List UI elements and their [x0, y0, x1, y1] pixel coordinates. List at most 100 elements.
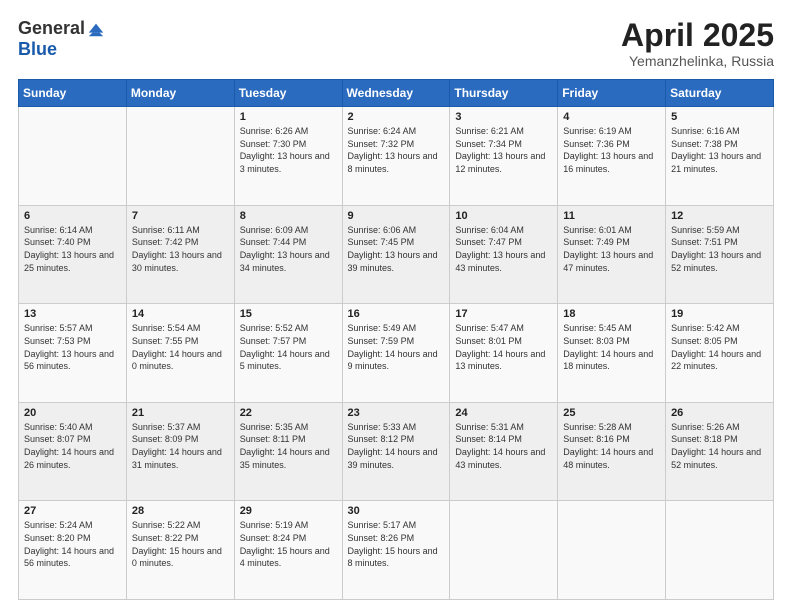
calendar-cell: 28 Sunrise: 5:22 AM Sunset: 8:22 PM Dayli…	[126, 501, 234, 600]
calendar-cell: 24 Sunrise: 5:31 AM Sunset: 8:14 PM Dayli…	[450, 402, 558, 501]
day-number: 18	[563, 308, 660, 320]
month-title: April 2025	[621, 18, 774, 53]
calendar-cell: 20 Sunrise: 5:40 AM Sunset: 8:07 PM Dayli…	[19, 402, 127, 501]
calendar-cell: 5 Sunrise: 6:16 AM Sunset: 7:38 PM Daylig…	[666, 107, 774, 206]
calendar-cell: 30Sunrise: 5:17 AM Sunset: 8:26 PM Dayli…	[342, 501, 450, 600]
day-of-week-header: Monday	[126, 80, 234, 107]
calendar-cell: 17Sunrise: 5:47 AM Sunset: 8:01 PM Dayli…	[450, 304, 558, 403]
calendar-week-row: 20 Sunrise: 5:40 AM Sunset: 8:07 PM Dayli…	[19, 402, 774, 501]
day-info: Sunrise: 5:57 AM Sunset: 7:53 PM Dayligh…	[24, 323, 114, 371]
day-info: Sunrise: 5:28 AM Sunset: 8:16 PM Dayligh…	[563, 422, 653, 470]
location-subtitle: Yemanzhelinka, Russia	[621, 53, 774, 69]
calendar-cell	[558, 501, 666, 600]
day-info: Sunrise: 5:24 AM Sunset: 8:20 PM Dayligh…	[24, 520, 114, 568]
calendar-cell: 3Sunrise: 6:21 AM Sunset: 7:34 PM Daylig…	[450, 107, 558, 206]
calendar-cell: 6 Sunrise: 6:14 AM Sunset: 7:40 PM Daylig…	[19, 205, 127, 304]
calendar-cell: 13 Sunrise: 5:57 AM Sunset: 7:53 PM Dayli…	[19, 304, 127, 403]
calendar-cell	[126, 107, 234, 206]
day-info: Sunrise: 5:19 AM Sunset: 8:24 PM Dayligh…	[240, 520, 330, 568]
calendar-table: SundayMondayTuesdayWednesdayThursdayFrid…	[18, 79, 774, 600]
day-info: Sunrise: 5:31 AM Sunset: 8:14 PM Dayligh…	[455, 422, 545, 470]
calendar-body: 1Sunrise: 6:26 AM Sunset: 7:30 PM Daylig…	[19, 107, 774, 600]
day-info: Sunrise: 6:11 AM Sunset: 7:42 PM Dayligh…	[132, 225, 222, 273]
day-number: 20	[24, 407, 121, 419]
day-number: 12	[671, 210, 768, 222]
day-number: 19	[671, 308, 768, 320]
calendar-cell: 16 Sunrise: 5:49 AM Sunset: 7:59 PM Dayli…	[342, 304, 450, 403]
page: General Blue April 2025 Yemanzhelinka, R…	[0, 0, 792, 612]
logo-blue-text: Blue	[18, 39, 57, 59]
logo-general-text: General	[18, 18, 85, 39]
calendar-cell: 11 Sunrise: 6:01 AM Sunset: 7:49 PM Dayli…	[558, 205, 666, 304]
calendar-cell: 7 Sunrise: 6:11 AM Sunset: 7:42 PM Daylig…	[126, 205, 234, 304]
day-info: Sunrise: 5:49 AM Sunset: 7:59 PM Dayligh…	[348, 323, 438, 371]
day-info: Sunrise: 5:33 AM Sunset: 8:12 PM Dayligh…	[348, 422, 438, 470]
day-info: Sunrise: 6:19 AM Sunset: 7:36 PM Dayligh…	[563, 126, 653, 174]
calendar-cell: 19 Sunrise: 5:42 AM Sunset: 8:05 PM Dayli…	[666, 304, 774, 403]
day-info: Sunrise: 5:42 AM Sunset: 8:05 PM Dayligh…	[671, 323, 761, 371]
calendar-cell: 12Sunrise: 5:59 AM Sunset: 7:51 PM Dayli…	[666, 205, 774, 304]
day-info: Sunrise: 6:21 AM Sunset: 7:34 PM Dayligh…	[455, 126, 545, 174]
day-of-week-header: Sunday	[19, 80, 127, 107]
day-number: 23	[348, 407, 445, 419]
calendar-cell: 10Sunrise: 6:04 AM Sunset: 7:47 PM Dayli…	[450, 205, 558, 304]
calendar-week-row: 13 Sunrise: 5:57 AM Sunset: 7:53 PM Dayli…	[19, 304, 774, 403]
day-info: Sunrise: 5:37 AM Sunset: 8:09 PM Dayligh…	[132, 422, 222, 470]
calendar-cell: 21 Sunrise: 5:37 AM Sunset: 8:09 PM Dayli…	[126, 402, 234, 501]
day-number: 27	[24, 505, 121, 517]
calendar-week-row: 27 Sunrise: 5:24 AM Sunset: 8:20 PM Dayli…	[19, 501, 774, 600]
day-number: 22	[240, 407, 337, 419]
header-row: SundayMondayTuesdayWednesdayThursdayFrid…	[19, 80, 774, 107]
calendar-cell	[19, 107, 127, 206]
day-info: Sunrise: 5:35 AM Sunset: 8:11 PM Dayligh…	[240, 422, 330, 470]
day-number: 7	[132, 210, 229, 222]
calendar-cell: 2 Sunrise: 6:24 AM Sunset: 7:32 PM Daylig…	[342, 107, 450, 206]
day-info: Sunrise: 6:14 AM Sunset: 7:40 PM Dayligh…	[24, 225, 114, 273]
day-info: Sunrise: 5:22 AM Sunset: 8:22 PM Dayligh…	[132, 520, 222, 568]
day-info: Sunrise: 6:26 AM Sunset: 7:30 PM Dayligh…	[240, 126, 330, 174]
calendar-cell: 15Sunrise: 5:52 AM Sunset: 7:57 PM Dayli…	[234, 304, 342, 403]
title-block: April 2025 Yemanzhelinka, Russia	[621, 18, 774, 69]
day-info: Sunrise: 5:54 AM Sunset: 7:55 PM Dayligh…	[132, 323, 222, 371]
day-number: 30	[348, 505, 445, 517]
day-of-week-header: Saturday	[666, 80, 774, 107]
calendar-week-row: 1Sunrise: 6:26 AM Sunset: 7:30 PM Daylig…	[19, 107, 774, 206]
day-info: Sunrise: 6:16 AM Sunset: 7:38 PM Dayligh…	[671, 126, 761, 174]
day-info: Sunrise: 5:52 AM Sunset: 7:57 PM Dayligh…	[240, 323, 330, 371]
day-number: 11	[563, 210, 660, 222]
calendar-cell: 23 Sunrise: 5:33 AM Sunset: 8:12 PM Dayli…	[342, 402, 450, 501]
calendar-cell: 26 Sunrise: 5:26 AM Sunset: 8:18 PM Dayli…	[666, 402, 774, 501]
day-number: 13	[24, 308, 121, 320]
day-of-week-header: Wednesday	[342, 80, 450, 107]
day-of-week-header: Thursday	[450, 80, 558, 107]
logo-icon	[87, 20, 105, 38]
calendar-week-row: 6 Sunrise: 6:14 AM Sunset: 7:40 PM Daylig…	[19, 205, 774, 304]
calendar-cell: 1Sunrise: 6:26 AM Sunset: 7:30 PM Daylig…	[234, 107, 342, 206]
day-number: 16	[348, 308, 445, 320]
day-number: 25	[563, 407, 660, 419]
calendar-cell: 27 Sunrise: 5:24 AM Sunset: 8:20 PM Dayli…	[19, 501, 127, 600]
calendar-cell: 22 Sunrise: 5:35 AM Sunset: 8:11 PM Dayli…	[234, 402, 342, 501]
calendar-cell: 4 Sunrise: 6:19 AM Sunset: 7:36 PM Daylig…	[558, 107, 666, 206]
day-number: 26	[671, 407, 768, 419]
day-info: Sunrise: 6:06 AM Sunset: 7:45 PM Dayligh…	[348, 225, 438, 273]
calendar-cell: 29 Sunrise: 5:19 AM Sunset: 8:24 PM Dayli…	[234, 501, 342, 600]
day-info: Sunrise: 5:26 AM Sunset: 8:18 PM Dayligh…	[671, 422, 761, 470]
day-number: 6	[24, 210, 121, 222]
day-number: 2	[348, 111, 445, 123]
day-number: 28	[132, 505, 229, 517]
day-info: Sunrise: 6:24 AM Sunset: 7:32 PM Dayligh…	[348, 126, 438, 174]
day-info: Sunrise: 6:01 AM Sunset: 7:49 PM Dayligh…	[563, 225, 653, 273]
day-info: Sunrise: 5:40 AM Sunset: 8:07 PM Dayligh…	[24, 422, 114, 470]
day-number: 17	[455, 308, 552, 320]
day-of-week-header: Friday	[558, 80, 666, 107]
calendar-cell	[666, 501, 774, 600]
day-info: Sunrise: 6:09 AM Sunset: 7:44 PM Dayligh…	[240, 225, 330, 273]
day-number: 24	[455, 407, 552, 419]
day-number: 10	[455, 210, 552, 222]
day-number: 29	[240, 505, 337, 517]
day-number: 4	[563, 111, 660, 123]
day-number: 8	[240, 210, 337, 222]
day-number: 5	[671, 111, 768, 123]
day-number: 21	[132, 407, 229, 419]
